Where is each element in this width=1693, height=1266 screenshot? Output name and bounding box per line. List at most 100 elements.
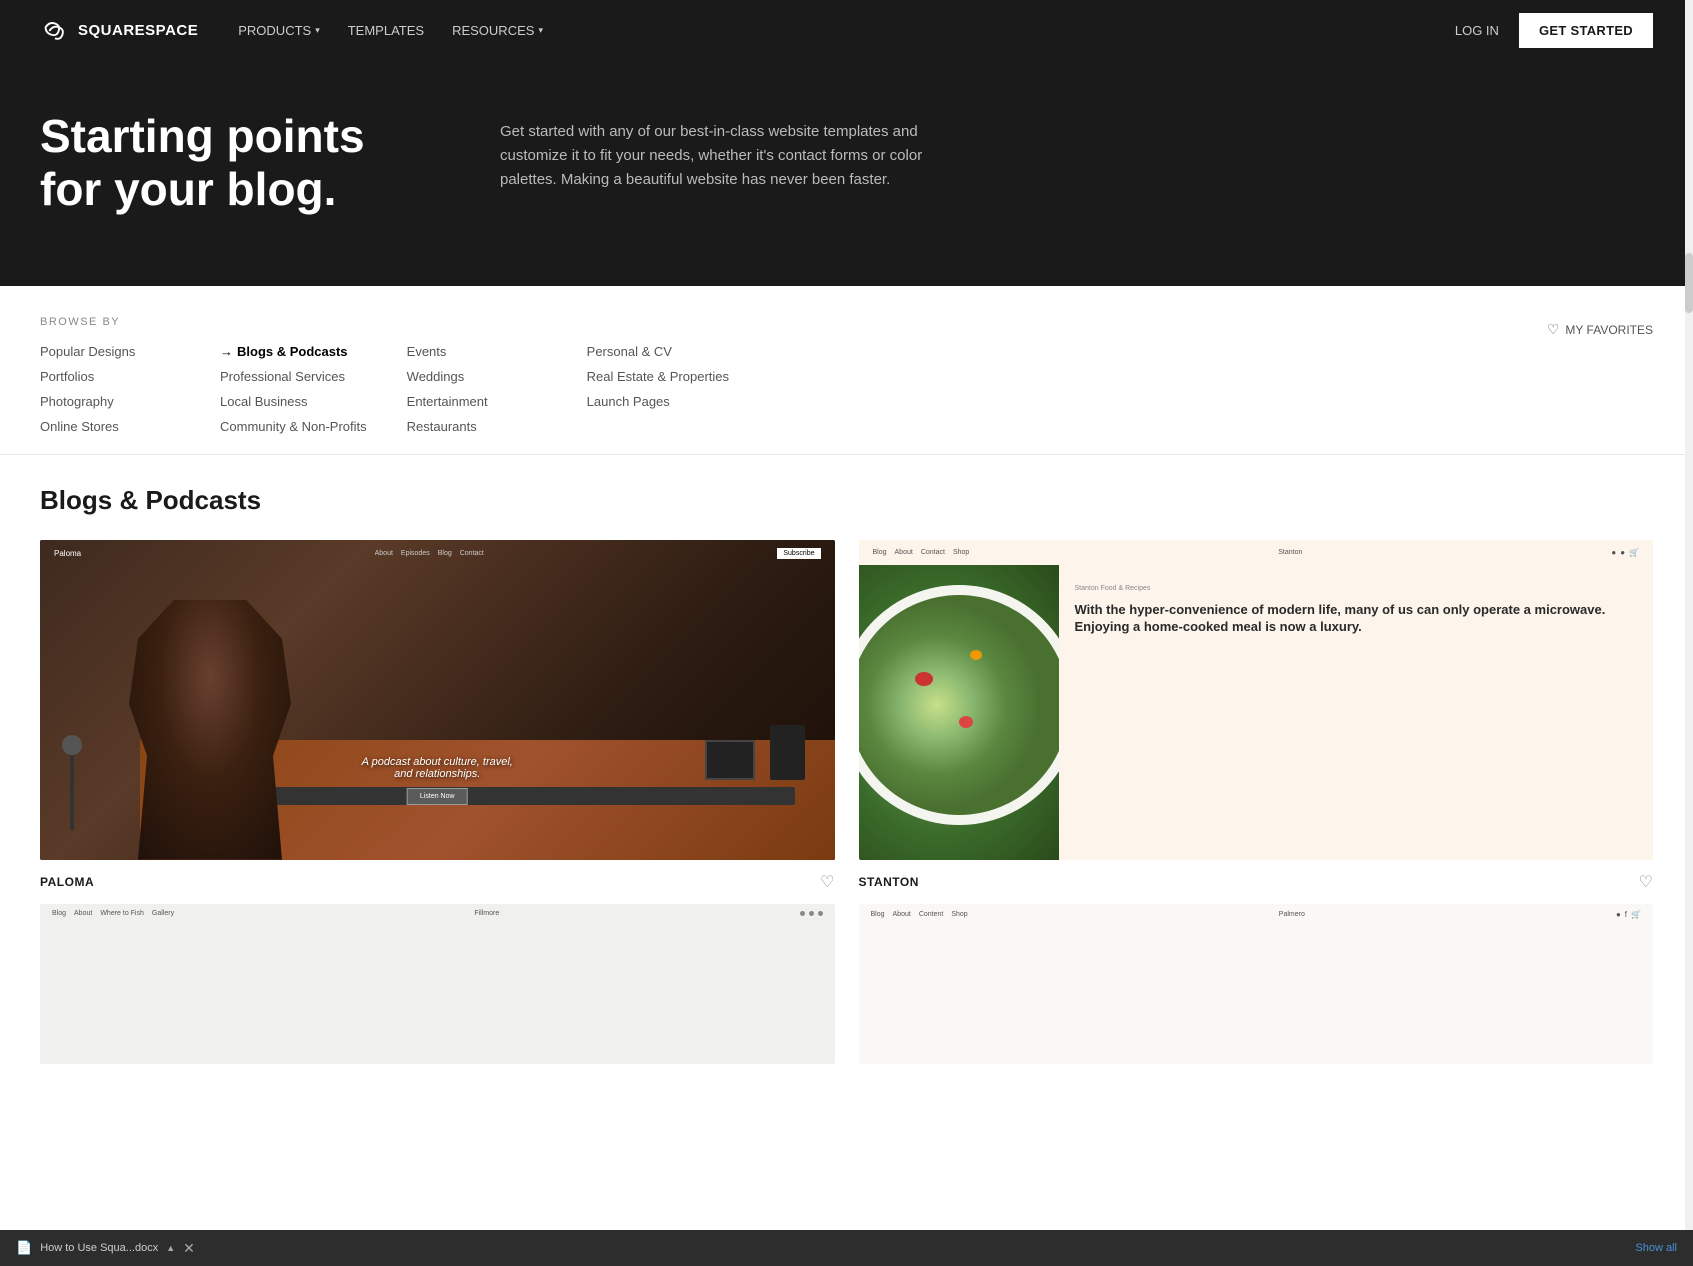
paloma-nav-links: About Episodes Blog Contact xyxy=(375,550,484,557)
tomato-3 xyxy=(970,650,982,660)
browse-col-4: Personal & CV Real Estate & Properties L… xyxy=(587,344,729,434)
browse-section: BROWSE BY ♡ MY FAVORITES Popular Designs… xyxy=(0,286,1693,455)
template-card-paloma[interactable]: Paloma About Episodes Blog Contact Subsc… xyxy=(40,540,835,904)
studio-speaker-right xyxy=(770,725,805,780)
template-grid: Paloma About Episodes Blog Contact Subsc… xyxy=(40,540,1653,904)
stanton-food-image xyxy=(859,565,1059,860)
fillmore-preview-inner: Blog About Where to Fish Gallery Fillmor… xyxy=(40,904,835,1064)
browse-col-1: Popular Designs Portfolios Photography O… xyxy=(40,344,180,434)
hero-description: Get started with any of our best-in-clas… xyxy=(500,120,960,192)
stanton-favorite-button[interactable]: ♡ xyxy=(1639,872,1653,892)
scrollbar-track[interactable] xyxy=(1685,0,1693,1266)
stanton-nav-links: Blog About Contact Shop xyxy=(873,549,970,556)
fillmore-nav-links: Blog About Where to Fish Gallery xyxy=(52,910,174,917)
nav-links: PRODUCTS ▾ TEMPLATES RESOURCES ▾ xyxy=(238,23,543,38)
browse-item-blogs[interactable]: Blogs & Podcasts xyxy=(220,344,367,359)
palmera-brand: Palmero xyxy=(1279,911,1305,918)
browse-item-portfolios[interactable]: Portfolios xyxy=(40,369,180,384)
paloma-name: PALOMA xyxy=(40,875,94,889)
browse-item-local[interactable]: Local Business xyxy=(220,394,367,409)
browse-item-popular[interactable]: Popular Designs xyxy=(40,344,180,359)
paloma-brand: Paloma xyxy=(54,549,81,558)
main-content: Blogs & Podcasts xyxy=(0,455,1693,1104)
palmera-icons: ● f 🛒 xyxy=(1616,910,1641,919)
stanton-preview: Blog About Contact Shop Stanton ● ● 🛒 xyxy=(859,540,1654,860)
stanton-text-area: Stanton Food & Recipes With the hyper-co… xyxy=(1059,565,1654,860)
stanton-heading: With the hyper-convenience of modern lif… xyxy=(1075,602,1638,636)
paloma-tagline: A podcast about culture, travel,and rela… xyxy=(362,756,513,780)
logo[interactable]: SQUARESPACE xyxy=(40,16,198,44)
nav-item-products[interactable]: PRODUCTS ▾ xyxy=(238,23,319,38)
hero-section: Starting points for your blog. Get start… xyxy=(0,60,1693,286)
bottom-bar-close-icon[interactable]: ✕ xyxy=(183,1240,195,1257)
hero-title: Starting points for your blog. xyxy=(40,110,420,216)
browse-top: BROWSE BY ♡ MY FAVORITES xyxy=(40,316,1653,344)
browse-item-online-stores[interactable]: Online Stores xyxy=(40,419,180,434)
paloma-footer: PALOMA ♡ xyxy=(40,860,835,904)
stanton-footer: STANTON ♡ xyxy=(859,860,1654,904)
palmera-nav: Blog About Content Shop Palmero ● f 🛒 xyxy=(859,904,1654,925)
paloma-nav: Paloma About Episodes Blog Contact Subsc… xyxy=(40,540,835,567)
chevron-down-icon: ▾ xyxy=(538,25,543,36)
browse-item-launch[interactable]: Launch Pages xyxy=(587,394,729,409)
heart-icon: ♡ xyxy=(1547,321,1560,338)
tomato-2 xyxy=(959,716,973,728)
browse-item-events[interactable]: Events xyxy=(407,344,547,359)
favorites-button[interactable]: ♡ MY FAVORITES xyxy=(1547,321,1653,338)
stanton-nav: Blog About Contact Shop Stanton ● ● 🛒 xyxy=(859,540,1654,565)
bottom-bar: 📄 How to Use Squa...docx ▲ ✕ Show all xyxy=(0,1230,1693,1266)
paloma-listen-btn: Listen Now xyxy=(407,788,468,805)
fillmore-preview: Blog About Where to Fish Gallery Fillmor… xyxy=(40,904,835,1064)
get-started-button[interactable]: GET STARTED xyxy=(1519,13,1653,48)
browse-item-entertainment[interactable]: Entertainment xyxy=(407,394,547,409)
stanton-bowl xyxy=(859,585,1059,825)
template-card-stanton[interactable]: Blog About Contact Shop Stanton ● ● 🛒 xyxy=(859,540,1654,904)
palmera-preview: Blog About Content Shop Palmero ● f 🛒 xyxy=(859,904,1654,1064)
bottom-bar-left: 📄 How to Use Squa...docx ▲ ✕ xyxy=(16,1240,195,1257)
fillmore-dots xyxy=(800,911,823,916)
browse-col-3: Events Weddings Entertainment Restaurant… xyxy=(407,344,547,434)
stanton-brand: Stanton xyxy=(1278,549,1302,556)
chevron-down-icon: ▾ xyxy=(315,25,320,36)
navbar-left: SQUARESPACE PRODUCTS ▾ TEMPLATES RESOURC… xyxy=(40,16,543,44)
stanton-social-icons: ● ● 🛒 xyxy=(1611,548,1639,557)
stanton-blog-label: Stanton Food & Recipes xyxy=(1075,585,1638,592)
paloma-preview-inner: Paloma About Episodes Blog Contact Subsc… xyxy=(40,540,835,860)
fillmore-nav: Blog About Where to Fish Gallery Fillmor… xyxy=(40,904,835,923)
bottom-bar-chevron-icon[interactable]: ▲ xyxy=(166,1243,175,1253)
nav-item-templates[interactable]: TEMPLATES xyxy=(348,23,424,38)
browse-item-weddings[interactable]: Weddings xyxy=(407,369,547,384)
logo-text: SQUARESPACE xyxy=(78,22,198,39)
browse-item-community[interactable]: Community & Non-Profits xyxy=(220,419,367,434)
section-title: Blogs & Podcasts xyxy=(40,485,1653,516)
browse-col-2: Blogs & Podcasts Professional Services L… xyxy=(220,344,367,434)
browse-item-restaurants[interactable]: Restaurants xyxy=(407,419,547,434)
browse-item-real-estate[interactable]: Real Estate & Properties xyxy=(587,369,729,384)
scrollbar-thumb[interactable] xyxy=(1685,253,1693,313)
template-bottom-grid: Blog About Where to Fish Gallery Fillmor… xyxy=(40,904,1653,1064)
show-all-button[interactable]: Show all xyxy=(1635,1242,1677,1254)
favorites-label: MY FAVORITES xyxy=(1565,323,1653,337)
login-link[interactable]: LOG IN xyxy=(1455,23,1499,38)
browse-item-personal[interactable]: Personal & CV xyxy=(587,344,729,359)
nav-item-resources[interactable]: RESOURCES ▾ xyxy=(452,23,543,38)
browse-item-professional[interactable]: Professional Services xyxy=(220,369,367,384)
fillmore-brand: Fillmore xyxy=(474,910,499,917)
paloma-mic xyxy=(70,750,74,830)
paloma-favorite-button[interactable]: ♡ xyxy=(820,872,834,892)
studio-monitor xyxy=(705,740,755,780)
palmera-preview-inner: Blog About Content Shop Palmero ● f 🛒 xyxy=(859,904,1654,1064)
squarespace-logo-icon xyxy=(40,16,68,44)
stanton-body: Stanton Food & Recipes With the hyper-co… xyxy=(859,565,1654,860)
word-doc-icon: 📄 xyxy=(16,1240,32,1256)
template-card-palmera[interactable]: Blog About Content Shop Palmero ● f 🛒 xyxy=(859,904,1654,1064)
browse-label: BROWSE BY xyxy=(40,316,120,328)
browse-item-photography[interactable]: Photography xyxy=(40,394,180,409)
browse-columns: Popular Designs Portfolios Photography O… xyxy=(40,344,1613,434)
stanton-name: STANTON xyxy=(859,875,919,889)
paloma-preview: Paloma About Episodes Blog Contact Subsc… xyxy=(40,540,835,860)
paloma-subscribe-btn: Subscribe xyxy=(777,548,820,559)
template-card-fillmore[interactable]: Blog About Where to Fish Gallery Fillmor… xyxy=(40,904,835,1064)
paloma-person-silhouette xyxy=(120,600,300,860)
stanton-preview-inner: Blog About Contact Shop Stanton ● ● 🛒 xyxy=(859,540,1654,860)
